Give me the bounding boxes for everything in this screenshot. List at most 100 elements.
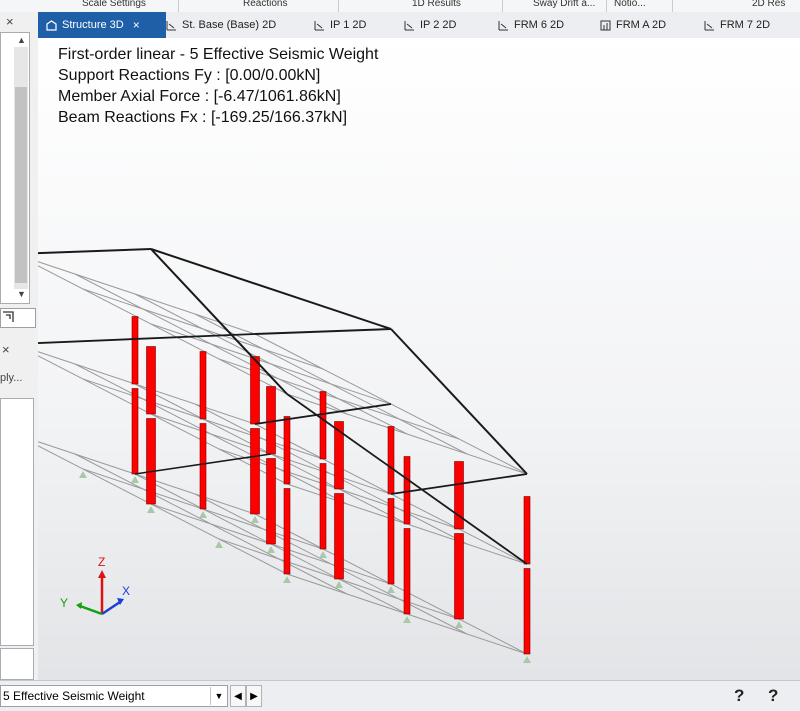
- next-loadcase-button[interactable]: ▶: [246, 685, 262, 707]
- ribbon-group-reactions[interactable]: Reactions: [243, 0, 287, 9]
- x-axis-label: X: [122, 584, 130, 598]
- tab-st-base-2d[interactable]: St. Base (Base) 2D: [166, 14, 276, 36]
- column-force-bar[interactable]: [283, 488, 291, 575]
- panel-pin-close-icon[interactable]: ×: [6, 14, 14, 29]
- tab-label: IP 1 2D: [330, 19, 367, 31]
- column-force-bar[interactable]: [387, 498, 395, 585]
- column-force-bar[interactable]: [283, 416, 291, 485]
- loadcase-dropdown[interactable]: 5 Effective Seismic Weight ▼: [0, 685, 228, 707]
- ribbon-group-notional[interactable]: Notio...: [614, 0, 646, 9]
- apply-link[interactable]: ply...: [0, 372, 34, 384]
- column-force-bar[interactable]: [387, 426, 395, 495]
- ribbon-group-scale-settings[interactable]: Scale Settings: [82, 0, 146, 9]
- scroll-up-icon[interactable]: ▲: [17, 35, 26, 45]
- column-force-bar[interactable]: [146, 418, 156, 505]
- column-force-bar[interactable]: [454, 533, 464, 620]
- document-tab-bar: Structure 3D × St. Base (Base) 2D IP 1 2…: [38, 12, 800, 40]
- axis-triad: Z X Y: [60, 555, 130, 616]
- roof-rafter[interactable]: [390, 328, 528, 475]
- support-node[interactable]: [199, 511, 207, 518]
- tab-frm-6-2d[interactable]: FRM 6 2D: [498, 14, 564, 36]
- tab-label: Structure 3D: [62, 19, 124, 31]
- chevron-down-icon[interactable]: ▼: [210, 687, 227, 705]
- grid-line[interactable]: [38, 254, 288, 395]
- 2d-view-icon: [704, 20, 715, 31]
- frame-view-icon: [600, 20, 611, 31]
- support-node[interactable]: [283, 576, 291, 583]
- tab-frm-7-2d[interactable]: FRM 7 2D: [704, 14, 770, 36]
- 3d-structure-icon: [46, 19, 57, 31]
- scroll-down-icon[interactable]: ▼: [17, 289, 26, 299]
- column-force-bar[interactable]: [250, 356, 260, 425]
- tab-structure-3d[interactable]: Structure 3D ×: [38, 12, 166, 38]
- 2d-view-icon: [404, 20, 415, 31]
- tab-label: IP 2 2D: [420, 19, 457, 31]
- loadcase-value: 5 Effective Seismic Weight: [3, 689, 145, 703]
- column-force-bar[interactable]: [250, 428, 260, 515]
- results-list[interactable]: [0, 398, 34, 646]
- column-force-bar[interactable]: [523, 568, 531, 655]
- roof-rafter[interactable]: [254, 328, 392, 335]
- roof-rafter[interactable]: [38, 248, 152, 255]
- close-icon[interactable]: ×: [133, 18, 140, 32]
- column-force-bar[interactable]: [131, 388, 139, 475]
- column-force-bar[interactable]: [199, 423, 207, 510]
- 2d-view-icon: [314, 20, 325, 31]
- column-force-bar[interactable]: [334, 493, 344, 580]
- z-axis-label: Z: [98, 555, 105, 569]
- support-node[interactable]: [251, 516, 259, 523]
- tab-label: FRM A 2D: [616, 19, 667, 31]
- support-node[interactable]: [79, 471, 87, 478]
- tab-label: FRM 7 2D: [720, 19, 771, 31]
- scrollbar-thumb[interactable]: [15, 87, 27, 283]
- grid-line[interactable]: [74, 363, 348, 505]
- status-bar: 5 Effective Seismic Weight ▼ ◀ ▶ ? ?: [0, 680, 800, 711]
- support-node[interactable]: [335, 581, 343, 588]
- column-force-bar[interactable]: [266, 386, 276, 455]
- column-force-bar[interactable]: [199, 351, 207, 420]
- tab-label: St. Base (Base) 2D: [182, 19, 277, 31]
- grid-line[interactable]: [38, 344, 288, 485]
- 2d-view-icon: [498, 20, 509, 31]
- y-axis-label: Y: [60, 596, 68, 610]
- support-node[interactable]: [523, 656, 531, 663]
- tab-ip-2-2d[interactable]: IP 2 2D: [404, 14, 457, 36]
- ribbon-group-2d-results[interactable]: 2D Res: [752, 0, 785, 9]
- support-node[interactable]: [131, 476, 139, 483]
- context-help-icon[interactable]: ?: [768, 686, 778, 706]
- 2d-view-icon: [166, 20, 177, 31]
- support-node[interactable]: [403, 616, 411, 623]
- support-node[interactable]: [387, 586, 395, 593]
- left-dock-panel: × ▲ ▼ × ply...: [0, 12, 38, 710]
- ribbon-group-1d-results[interactable]: 1D Results: [412, 0, 461, 9]
- column-force-bar[interactable]: [403, 528, 411, 615]
- roof-ridge-beam[interactable]: [150, 248, 392, 330]
- support-node[interactable]: [147, 506, 155, 513]
- panel-footer-box: [0, 648, 34, 680]
- filter-icon[interactable]: [0, 308, 36, 328]
- previous-loadcase-button[interactable]: ◀: [230, 685, 246, 707]
- panel-pin-close-icon[interactable]: ×: [2, 342, 10, 357]
- tab-ip-1-2d[interactable]: IP 1 2D: [314, 14, 367, 36]
- support-node[interactable]: [215, 541, 223, 548]
- help-icon[interactable]: ?: [734, 686, 744, 706]
- column-force-bar[interactable]: [131, 316, 139, 385]
- column-force-bar[interactable]: [403, 456, 411, 525]
- scrollbar-track[interactable]: [14, 47, 28, 289]
- structure-3d-viewport[interactable]: First-order linear - 5 Effective Seismic…: [38, 38, 800, 680]
- column-force-bar[interactable]: [319, 391, 327, 460]
- column-force-bar[interactable]: [146, 346, 156, 415]
- tab-frm-a-2d[interactable]: FRM A 2D: [600, 14, 666, 36]
- grid-line[interactable]: [194, 493, 468, 635]
- column-force-bar[interactable]: [266, 458, 276, 545]
- structural-model-drawing[interactable]: [38, 38, 800, 680]
- column-force-bar[interactable]: [523, 496, 531, 565]
- support-node[interactable]: [319, 551, 327, 558]
- properties-list[interactable]: ▲ ▼: [0, 32, 30, 304]
- column-force-bar[interactable]: [319, 463, 327, 550]
- support-node[interactable]: [267, 546, 275, 553]
- tab-label: FRM 6 2D: [514, 19, 565, 31]
- grid-line[interactable]: [74, 273, 348, 415]
- ribbon-group-sway-drift[interactable]: Sway Drift a...: [533, 0, 595, 9]
- support-node[interactable]: [455, 621, 463, 628]
